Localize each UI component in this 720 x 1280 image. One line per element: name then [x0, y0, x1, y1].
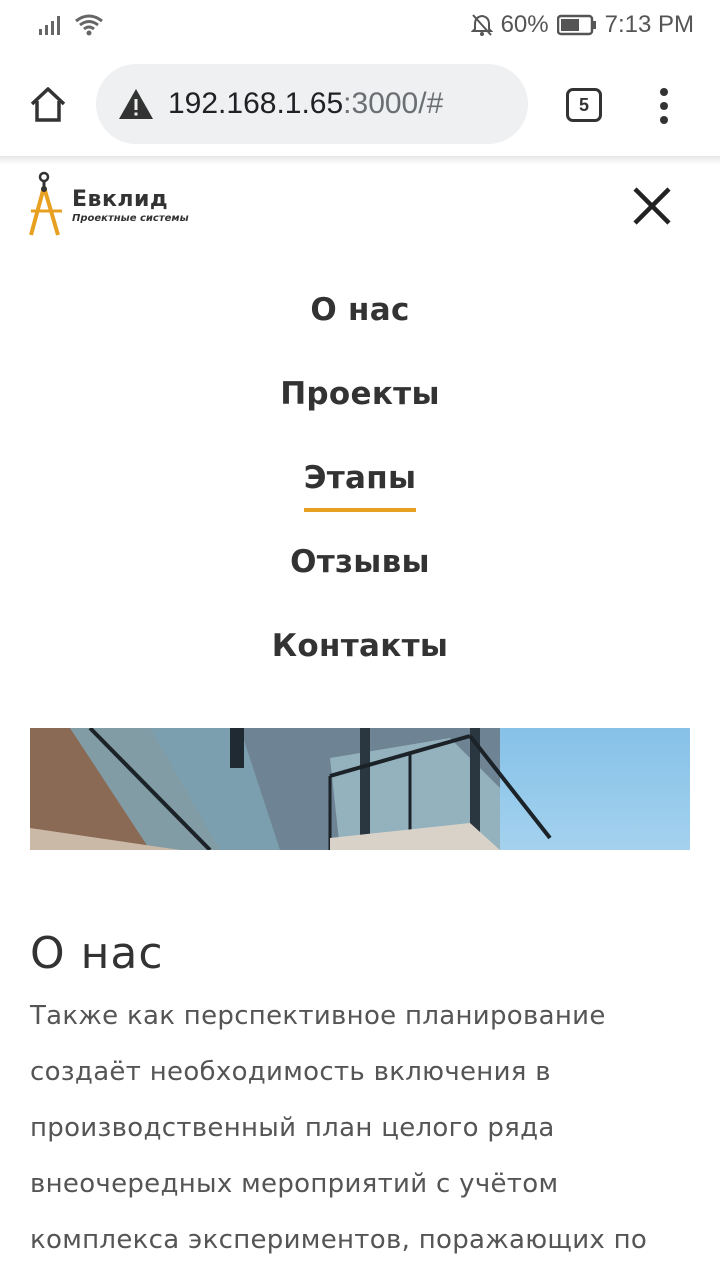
battery-percent: 60%: [500, 11, 549, 38]
more-menu-icon[interactable]: [652, 86, 676, 126]
warning-icon[interactable]: [118, 88, 154, 120]
browser-toolbar: 192.168.1.65:3000/# 5: [0, 50, 720, 158]
site-logo[interactable]: Евклид Проектные системы: [28, 170, 238, 240]
nav-item-label: Отзывы: [290, 544, 430, 580]
tabs-button[interactable]: 5: [566, 88, 602, 122]
logo-subtitle: Проектные системы: [72, 213, 189, 224]
compass-logo-icon: [29, 171, 62, 236]
building-illustration: [30, 728, 690, 850]
about-line: Также как перспективное планирование: [30, 1001, 606, 1031]
hero-image: [30, 728, 690, 850]
about-line: комплекса экспериментов, поражающих по: [30, 1225, 648, 1255]
clock: 7:13 PM: [604, 11, 694, 38]
nav-item-label: Этапы: [303, 460, 417, 512]
about-title: О нас: [30, 928, 164, 979]
mute-bell-icon: [470, 14, 493, 36]
nav-item-stages[interactable]: Этапы: [0, 436, 720, 520]
url-host: 192.168.1.65: [168, 87, 344, 120]
nav-item-label: Контакты: [271, 628, 449, 664]
about-paragraph: Также как перспективное планирование соз…: [30, 988, 690, 1268]
nav-item-contacts[interactable]: Контакты: [0, 604, 720, 688]
battery-icon: [556, 14, 596, 36]
wifi-icon: [75, 14, 103, 36]
nav-item-reviews[interactable]: Отзывы: [0, 520, 720, 604]
nav-item-about[interactable]: О нас: [0, 268, 720, 352]
tab-count: 5: [578, 94, 589, 115]
status-bar: 60% 7:13 PM: [0, 0, 720, 50]
about-line: создаёт необходимость включения в: [30, 1057, 551, 1087]
main-nav: О нас Проекты Этапы Отзывы Контакты: [0, 268, 720, 688]
about-line: внеочередных мероприятий с учётом: [30, 1169, 559, 1199]
close-icon[interactable]: [630, 184, 674, 228]
signal-icon: [39, 16, 60, 35]
nav-item-label: О нас: [310, 292, 410, 328]
nav-item-projects[interactable]: Проекты: [0, 352, 720, 436]
url-port-path: :3000/#: [343, 87, 444, 120]
about-line: производственный план целого ряда: [30, 1113, 555, 1143]
home-icon[interactable]: [26, 82, 70, 126]
logo-name: Евклид: [72, 187, 169, 212]
toolbar-shadow: [0, 156, 720, 164]
nav-item-label: Проекты: [280, 376, 440, 412]
address-bar[interactable]: 192.168.1.65:3000/#: [96, 64, 528, 144]
